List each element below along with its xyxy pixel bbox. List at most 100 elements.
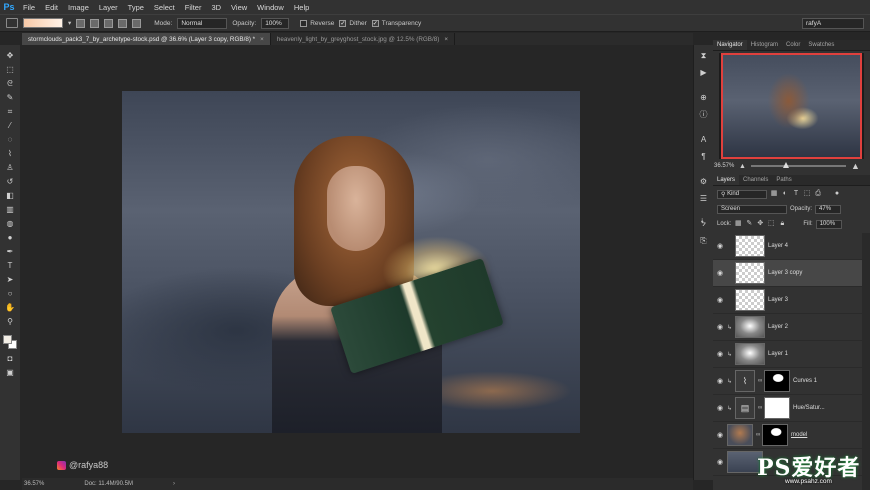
layer-name[interactable]: model: [791, 432, 807, 438]
close-icon[interactable]: ×: [260, 36, 264, 43]
layer-row-layer-3[interactable]: ◉ Layer 3: [713, 287, 862, 314]
filter-kind-select[interactable]: ⚲ Kind: [717, 189, 767, 199]
menu-view[interactable]: View: [226, 3, 252, 12]
reverse-checkbox-wrap[interactable]: Reverse: [300, 19, 334, 27]
hand-tool-icon[interactable]: ✋: [5, 303, 15, 312]
screen-mode-icon[interactable]: ▣: [5, 368, 15, 377]
reflected-gradient-icon[interactable]: [118, 18, 128, 28]
navigator-zoom-value[interactable]: 36.57%: [714, 163, 734, 169]
layer-thumbnail[interactable]: [735, 316, 765, 338]
visibility-eye-icon[interactable]: ◉: [713, 323, 727, 331]
lasso-tool-icon[interactable]: ᘓ: [5, 79, 15, 88]
zoom-out-mountain-icon[interactable]: ▲: [739, 163, 746, 170]
visibility-eye-icon[interactable]: ◉: [713, 377, 727, 385]
transparency-checkbox[interactable]: ✓: [371, 19, 379, 27]
dither-checkbox[interactable]: ✓: [339, 19, 347, 27]
opacity-field[interactable]: 100%: [261, 17, 290, 29]
navigator-preview[interactable]: [719, 53, 864, 159]
properties-panel-icon[interactable]: ☰: [699, 194, 709, 203]
menu-help[interactable]: Help: [289, 3, 314, 12]
type-filter-icon[interactable]: T: [792, 190, 800, 198]
layer-mask-thumbnail[interactable]: [762, 424, 788, 446]
dodge-tool-icon[interactable]: ●: [5, 233, 15, 242]
layer-row-layer-1[interactable]: ◉ ↳ Layer 1: [713, 341, 862, 368]
blend-mode-select[interactable]: Screen: [717, 204, 787, 214]
slider-thumb[interactable]: [783, 162, 790, 168]
layer-name[interactable]: Layer 2: [768, 324, 788, 330]
reverse-checkbox[interactable]: [300, 19, 308, 27]
lock-pixels-icon[interactable]: ✎: [745, 220, 753, 228]
adjustment-filter-icon[interactable]: ◐: [781, 190, 789, 198]
ellipse-tool-icon[interactable]: ○: [5, 289, 15, 298]
lock-all-icon[interactable]: 🔒︎: [778, 220, 786, 228]
menu-select[interactable]: Select: [149, 3, 180, 12]
layer-row-hue-saturation[interactable]: ◉ ↳ ▤ ∞ Hue/Satur...: [713, 395, 862, 422]
close-icon[interactable]: ×: [444, 36, 448, 43]
menu-file[interactable]: File: [18, 3, 40, 12]
menu-filter[interactable]: Filter: [180, 3, 207, 12]
tab-swatches[interactable]: Swatches: [804, 40, 838, 50]
visibility-eye-icon[interactable]: ◉: [713, 296, 727, 304]
marquee-tool-icon[interactable]: ⬚: [5, 65, 15, 74]
mode-select[interactable]: Normal: [177, 17, 228, 29]
path-selection-tool-icon[interactable]: ➤: [5, 275, 15, 284]
tab-color[interactable]: Color: [782, 40, 804, 50]
diamond-gradient-icon[interactable]: [132, 18, 142, 28]
canvas-area[interactable]: [22, 45, 693, 478]
layer-row-curves-1[interactable]: ◉ ↳ ⌇ ∞ Curves 1: [713, 368, 862, 395]
dither-checkbox-wrap[interactable]: ✓ Dither: [339, 19, 367, 27]
pixel-filter-icon[interactable]: ▦: [770, 190, 778, 198]
layer-thumbnail[interactable]: [735, 235, 765, 257]
visibility-eye-icon[interactable]: ◉: [713, 269, 727, 277]
blur-tool-icon[interactable]: ◍: [5, 219, 15, 228]
adjustments-panel-icon[interactable]: ⚙: [699, 177, 709, 186]
layer-thumbnail[interactable]: [735, 343, 765, 365]
menu-layer[interactable]: Layer: [94, 3, 123, 12]
clone-stamp-tool-icon[interactable]: ♙: [5, 163, 15, 172]
visibility-eye-icon[interactable]: ◉: [713, 350, 727, 358]
menu-image[interactable]: Image: [63, 3, 94, 12]
hue-saturation-adjustment-icon[interactable]: ▤: [735, 397, 755, 419]
layer-thumbnail[interactable]: [727, 424, 753, 446]
actions-panel-icon[interactable]: ▶: [699, 68, 709, 77]
layer-name[interactable]: Layer 3: [768, 297, 788, 303]
info-panel-icon[interactable]: ⓘ: [699, 110, 709, 119]
layer-name[interactable]: Curves 1: [793, 378, 817, 384]
lock-artboard-icon[interactable]: ⬚: [767, 220, 775, 228]
lock-transparent-icon[interactable]: ▦: [734, 220, 742, 228]
menu-window[interactable]: Window: [252, 3, 289, 12]
radial-gradient-icon[interactable]: [90, 18, 100, 28]
layer-mask-thumbnail[interactable]: [764, 370, 790, 392]
eyedropper-tool-icon[interactable]: ⁄: [5, 121, 15, 130]
layer-row-model[interactable]: ◉ ∞ model: [713, 422, 862, 449]
layer-name[interactable]: Hue/Satur...: [793, 405, 825, 411]
gradient-picker[interactable]: [23, 18, 63, 28]
layer-mask-thumbnail[interactable]: [764, 397, 790, 419]
brush-panel-icon[interactable]: ᖭ: [699, 219, 709, 228]
zoom-tool-icon[interactable]: ⚲: [5, 317, 15, 326]
brush-tool-icon[interactable]: ⌇: [5, 149, 15, 158]
tab-stormclouds[interactable]: stormclouds_pack3_7_by_archetype-stock.p…: [22, 33, 271, 45]
paragraph-panel-icon[interactable]: ¶: [699, 152, 709, 161]
visibility-eye-icon[interactable]: ◉: [713, 431, 727, 439]
clone-source-icon[interactable]: ⎘: [699, 236, 709, 245]
menu-3d[interactable]: 3D: [206, 3, 226, 12]
transparency-checkbox-wrap[interactable]: ✓ Transparency: [371, 19, 421, 27]
chevron-down-icon[interactable]: ▾: [68, 19, 71, 27]
tab-channels[interactable]: Channels: [739, 175, 772, 185]
gradient-tool-icon[interactable]: ▥: [5, 205, 15, 214]
fill-field[interactable]: 100%: [815, 219, 842, 229]
visibility-eye-icon[interactable]: ◉: [713, 404, 727, 412]
layer-name[interactable]: Layer 1: [768, 351, 788, 357]
visibility-eye-icon[interactable]: ◉: [713, 458, 727, 466]
document-canvas[interactable]: [122, 91, 580, 433]
shape-filter-icon[interactable]: ⬚: [803, 190, 811, 198]
navigator-zoom-slider[interactable]: [750, 162, 846, 168]
color-swatches[interactable]: [3, 335, 17, 349]
eraser-tool-icon[interactable]: ◧: [5, 191, 15, 200]
tab-navigator[interactable]: Navigator: [713, 40, 747, 50]
layer-thumbnail[interactable]: [735, 262, 765, 284]
healing-brush-tool-icon[interactable]: ◌: [5, 135, 15, 144]
layer-opacity-field[interactable]: 47%: [815, 204, 842, 214]
color-sampler-icon[interactable]: ⊕: [699, 93, 709, 102]
